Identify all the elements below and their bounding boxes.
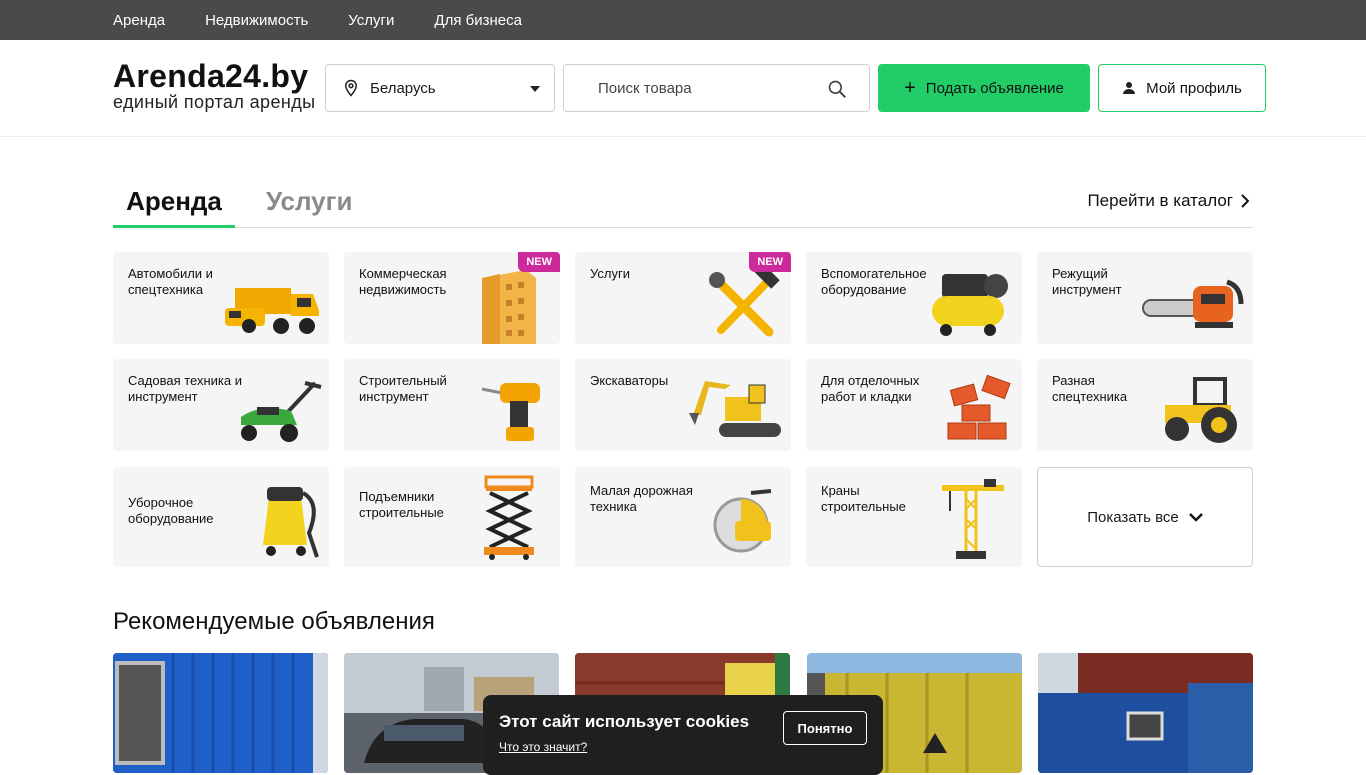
lawn-mower-icon	[241, 381, 322, 442]
topnav-rent[interactable]: Аренда	[113, 12, 165, 29]
category-card-services[interactable]: NEW Услуги	[575, 252, 791, 344]
listing-card[interactable]	[113, 653, 328, 773]
category-label: Коммерческая недвижимость	[359, 266, 447, 297]
category-label: Краны строительные	[821, 483, 906, 514]
category-card-cutting-tools[interactable]: Режущий инструмент	[1037, 252, 1253, 344]
category-card-commercial-realty[interactable]: NEW Коммерческая недвижимость	[344, 252, 560, 344]
vacuum-icon	[263, 487, 319, 558]
search-box	[563, 64, 870, 112]
site-header: Arenda24.by единый портал аренды Беларус…	[0, 40, 1366, 137]
category-label: Уборочное оборудование	[128, 495, 214, 526]
excavator-icon	[689, 381, 781, 437]
topnav-business[interactable]: Для бизнеса	[434, 12, 522, 29]
listing-card[interactable]	[1038, 653, 1253, 773]
plus-icon: +	[904, 77, 916, 99]
category-label: Для отделочных работ и кладки	[821, 373, 920, 404]
new-badge: NEW	[518, 252, 560, 272]
category-label: Вспомогательное оборудование	[821, 266, 927, 297]
category-label: Садовая техника и инструмент	[128, 373, 242, 404]
topnav-services[interactable]: Услуги	[348, 12, 394, 29]
category-card-auxiliary-equipment[interactable]: Вспомогательное оборудование	[806, 252, 1022, 344]
cookie-title: Этот сайт использует cookies	[499, 712, 750, 731]
category-label: Экскаваторы	[590, 373, 669, 388]
post-ad-button[interactable]: + Подать объявление	[878, 64, 1090, 112]
category-label: Подъемники строительные	[359, 489, 444, 520]
drill-icon	[481, 383, 540, 441]
profile-button[interactable]: Мой профиль	[1098, 64, 1266, 112]
category-label: Автомобили и спецтехника	[128, 266, 213, 297]
category-card-vehicles[interactable]: Автомобили и спецтехника	[113, 252, 329, 344]
crane-icon	[942, 479, 1004, 559]
cookie-banner: Этот сайт использует cookies Что это зна…	[483, 695, 883, 775]
tractor-icon	[1165, 377, 1237, 443]
catalog-link-label: Перейти в каталог	[1087, 191, 1233, 210]
category-card-cleaning[interactable]: Уборочное оборудование	[113, 467, 329, 567]
recommended-title: Рекомендуемые объявления	[113, 608, 435, 635]
region-value: Беларусь	[370, 79, 436, 97]
category-label: Малая дорожная техника	[590, 483, 693, 514]
location-pin-icon	[344, 79, 358, 97]
topnav-realty[interactable]: Недвижимость	[205, 12, 308, 29]
post-ad-label: Подать объявление	[925, 79, 1064, 97]
show-all-button[interactable]: Показать все	[1037, 467, 1253, 567]
category-card-construction-tools[interactable]: Строительный инструмент	[344, 359, 560, 451]
category-tabs: Аренда Услуги Перейти в каталог	[113, 178, 1253, 228]
category-label: Строительный инструмент	[359, 373, 447, 404]
category-card-cranes[interactable]: Краны строительные	[806, 467, 1022, 567]
chevron-down-icon	[530, 86, 540, 92]
logo-title: Arenda24.by	[113, 58, 309, 94]
top-navigation: Аренда Недвижимость Услуги Для бизнеса	[0, 0, 1366, 40]
chevron-down-icon	[1188, 512, 1203, 522]
chevron-right-icon	[1241, 194, 1249, 208]
cookie-info-link[interactable]: Что это значит?	[499, 740, 587, 754]
category-card-garden[interactable]: Садовая техника и инструмент	[113, 359, 329, 451]
building-icon	[482, 270, 536, 344]
category-card-excavators[interactable]: Экскаваторы	[575, 359, 791, 451]
category-card-road-equipment[interactable]: Малая дорожная техника	[575, 467, 791, 567]
category-label: Режущий инструмент	[1052, 266, 1122, 297]
cookie-accept-button[interactable]: Понятно	[783, 711, 867, 745]
road-saw-icon	[713, 489, 772, 553]
bricks-icon	[947, 374, 1011, 440]
category-card-special-machinery[interactable]: Разная спецтехника	[1037, 359, 1253, 451]
hammer-wrench-icon	[709, 268, 780, 337]
catalog-link[interactable]: Перейти в каталог	[1087, 191, 1249, 211]
category-card-lifts[interactable]: Подъемники строительные	[344, 467, 560, 567]
tab-services[interactable]: Услуги	[266, 186, 352, 228]
category-label: Разная спецтехника	[1052, 373, 1128, 404]
scissor-lift-icon	[484, 475, 534, 560]
category-label: Услуги	[590, 266, 630, 281]
search-input[interactable]	[598, 65, 848, 111]
region-select[interactable]: Беларусь	[325, 64, 555, 112]
user-icon	[1123, 82, 1136, 94]
tab-rent[interactable]: Аренда	[113, 186, 235, 228]
site-logo[interactable]: Arenda24.by единый портал аренды	[113, 60, 315, 112]
blue-cabin-photo	[1038, 653, 1253, 773]
blue-container-photo	[113, 653, 328, 773]
logo-subtitle: единый портал аренды	[113, 92, 316, 112]
category-card-finishing[interactable]: Для отделочных работ и кладки	[806, 359, 1022, 451]
new-badge: NEW	[749, 252, 791, 272]
profile-label: Мой профиль	[1146, 79, 1242, 97]
show-all-label: Показать все	[1087, 508, 1179, 526]
search-icon[interactable]	[827, 79, 847, 99]
